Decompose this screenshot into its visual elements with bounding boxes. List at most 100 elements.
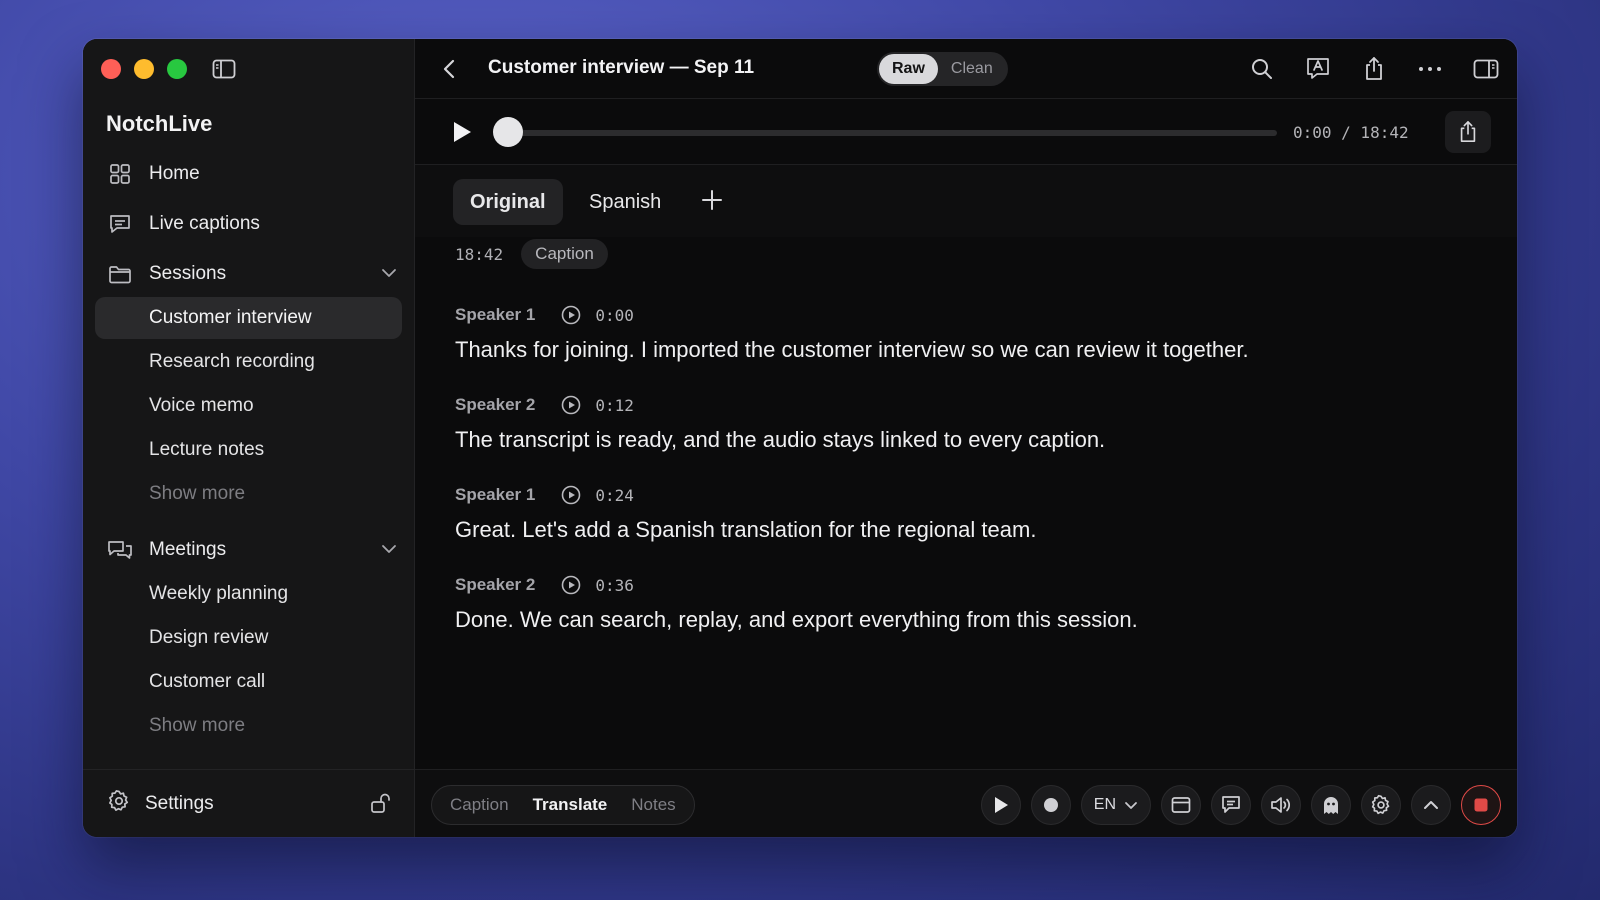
collapse-button[interactable] [1411, 785, 1451, 825]
mode-notes[interactable]: Notes [619, 795, 687, 815]
meetings-group-header[interactable]: Meetings [95, 529, 402, 571]
timestamp[interactable]: 0:36 [595, 576, 634, 595]
ghost-icon [1324, 797, 1338, 814]
close-window-button[interactable] [101, 59, 121, 79]
mode-translate[interactable]: Translate [521, 795, 620, 815]
page-title: Customer interview — Sep 11 [488, 57, 755, 78]
ghost-mode-button[interactable] [1311, 785, 1351, 825]
sidebar-item-live-captions[interactable]: Live captions [95, 203, 402, 245]
add-language-plus-icon[interactable] [700, 188, 724, 217]
mode-switcher: Caption Translate Notes [431, 785, 695, 825]
sidebar-item-home[interactable]: Home [95, 153, 402, 195]
toolbar-icons [1245, 53, 1503, 85]
tab-spanish[interactable]: Spanish [572, 179, 678, 225]
sidebar-item-customer-interview[interactable]: Customer interview [95, 297, 402, 339]
bottom-toolbar: Caption Translate Notes EN [415, 769, 1517, 837]
more-options-icon[interactable] [1413, 53, 1447, 85]
zoom-window-button[interactable] [167, 59, 187, 79]
speaker-label: Speaker 1 [455, 485, 536, 504]
audio-player: 0:00 / 18:42 [415, 99, 1517, 165]
search-icon[interactable] [1245, 53, 1279, 85]
transcript-entry: Speaker 1 0:00 Thanks for joining. I imp… [455, 303, 1477, 363]
back-chevron-icon[interactable] [439, 57, 461, 86]
tab-original[interactable]: Original [453, 179, 563, 225]
language-value: EN [1093, 796, 1116, 813]
session-duration: 18:42 [455, 244, 504, 264]
playback-timecode: 0:00 / 18:42 [1293, 123, 1409, 142]
transcript-entry: Speaker 1 0:24 Great. Let's add a Spanis… [455, 483, 1477, 543]
caption-text: Done. We can search, replay, and export … [455, 607, 1138, 632]
minimize-window-button[interactable] [134, 59, 154, 79]
translate-caption-icon[interactable] [1301, 53, 1335, 85]
sidebar-toggle-icon[interactable] [212, 58, 236, 80]
sidebar-nav: Home Live captions Sessions Customer int… [95, 153, 402, 749]
stop-icon [1474, 798, 1488, 812]
play-circle-icon[interactable] [561, 395, 581, 415]
meetings-show-more-link[interactable]: Show more [95, 705, 402, 747]
caption-text: The transcript is ready, and the audio s… [455, 427, 1106, 452]
meetings-label: Meetings [149, 539, 227, 560]
clean-option[interactable]: Clean [938, 54, 1006, 84]
window-controls [101, 59, 187, 79]
sidebar-item-weekly-planning[interactable]: Weekly planning [95, 573, 402, 615]
play-circle-icon[interactable] [561, 485, 581, 505]
settings-label[interactable]: Settings [145, 793, 214, 815]
sidebar-item-lecture-notes[interactable]: Lecture notes [95, 429, 402, 471]
caption-bubble-icon [107, 211, 133, 237]
sidebar-item-design-review[interactable]: Design review [95, 617, 402, 659]
play-button[interactable] [980, 785, 1021, 825]
folder-icon [107, 261, 133, 287]
timestamp[interactable]: 0:24 [595, 486, 634, 505]
scrubber-handle[interactable] [493, 117, 523, 147]
stop-recording-button[interactable] [1461, 785, 1501, 825]
play-icon[interactable] [451, 120, 473, 149]
right-panel-toggle-icon[interactable] [1469, 53, 1503, 85]
language-dropdown[interactable]: EN [1080, 785, 1151, 825]
play-circle-icon[interactable] [561, 575, 581, 595]
caption-bubble-icon [1222, 796, 1240, 813]
sidebar-item-research-recording[interactable]: Research recording [95, 341, 402, 383]
sessions-group-header[interactable]: Sessions [95, 253, 402, 295]
settings-button[interactable] [1361, 785, 1401, 825]
gear-icon [1371, 794, 1390, 815]
chat-bubbles-icon [107, 537, 133, 563]
live-controls: EN [980, 785, 1501, 825]
volume-button[interactable] [1261, 785, 1301, 825]
chevron-down-icon[interactable] [380, 540, 398, 564]
sidebar: NotchLive Home Live captions Sessions Cu… [83, 39, 415, 837]
transcript-entry: Speaker 2 0:12 The transcript is ready, … [455, 393, 1477, 453]
transcript: 18:42 Caption Speaker 1 0:00 Thanks for … [455, 239, 1477, 663]
sidebar-item-customer-call[interactable]: Customer call [95, 661, 402, 703]
transcript-meta: 18:42 Caption [455, 239, 1477, 269]
timestamp[interactable]: 0:00 [595, 306, 634, 325]
speaker-label: Speaker 2 [455, 575, 536, 594]
gear-icon[interactable] [107, 789, 131, 818]
captions-button[interactable] [1211, 785, 1251, 825]
sidebar-item-label: Live captions [149, 213, 260, 234]
chevron-down-icon [1125, 802, 1137, 809]
sessions-show-more-link[interactable]: Show more [95, 473, 402, 515]
play-icon [994, 797, 1008, 813]
record-dot-icon [1043, 798, 1058, 812]
playback-scrubber[interactable] [505, 130, 1277, 136]
share-icon [1460, 121, 1476, 142]
timestamp[interactable]: 0:12 [595, 396, 634, 415]
record-button[interactable] [1030, 785, 1071, 825]
transcript-entry: Speaker 2 0:36 Done. We can search, repl… [455, 573, 1477, 633]
language-tabs: Original Spanish [415, 165, 1517, 237]
main-panel: Customer interview — Sep 11 Raw Clean 0:… [415, 39, 1517, 837]
sidebar-footer: Settings [83, 769, 414, 837]
unlock-icon[interactable] [370, 792, 392, 819]
chevron-down-icon[interactable] [380, 264, 398, 288]
mode-caption[interactable]: Caption [438, 795, 521, 815]
app-window: NotchLive Home Live captions Sessions Cu… [83, 39, 1517, 837]
raw-option[interactable]: Raw [879, 54, 938, 84]
share-icon[interactable] [1357, 53, 1391, 85]
export-audio-button[interactable] [1445, 111, 1491, 153]
play-circle-icon[interactable] [561, 305, 581, 325]
window-mode-button[interactable] [1161, 785, 1201, 825]
sidebar-item-voice-memo[interactable]: Voice memo [95, 385, 402, 427]
sessions-label: Sessions [149, 263, 227, 284]
speaker-label: Speaker 1 [455, 305, 536, 324]
caption-text: Great. Let's add a Spanish translation f… [455, 517, 1037, 542]
